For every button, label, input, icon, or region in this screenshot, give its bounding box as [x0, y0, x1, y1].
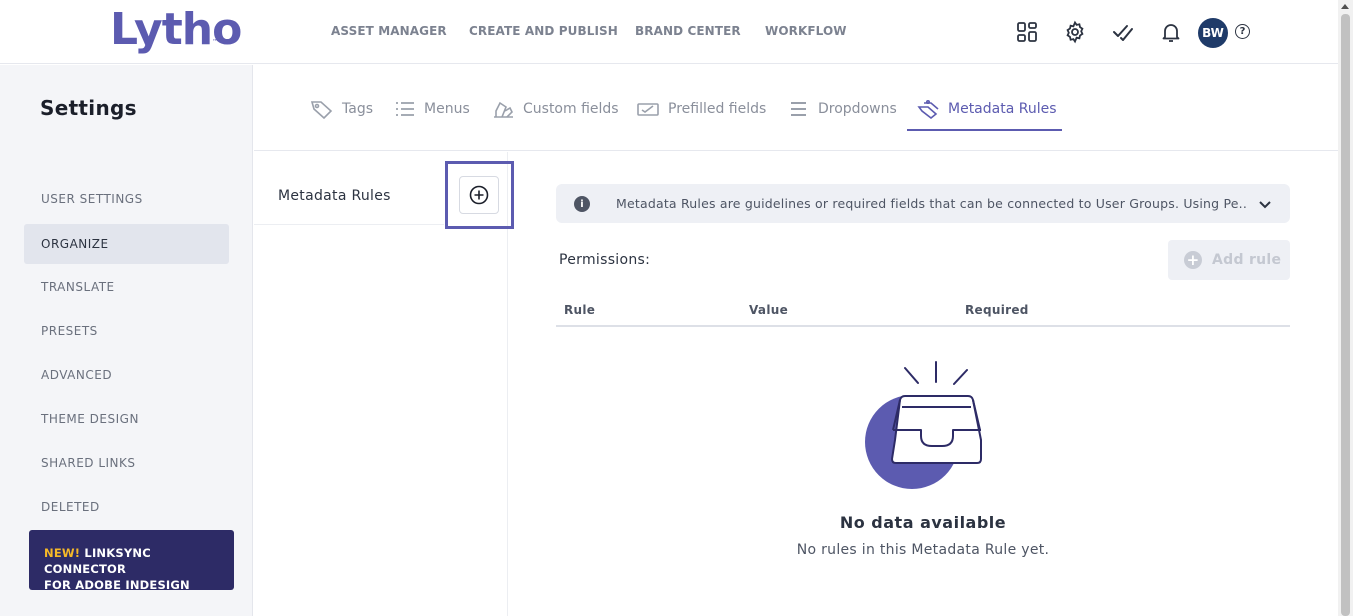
- logo-trademark: ™: [212, 38, 219, 46]
- add-rule-plus-icon: +: [1184, 251, 1202, 269]
- nav-create-and-publish[interactable]: CREATE AND PUBLISH: [469, 24, 618, 38]
- custom-fields-icon: [494, 101, 513, 118]
- sidebar-item-presets[interactable]: PRESETS: [24, 311, 229, 351]
- info-icon: i: [574, 196, 590, 212]
- empty-state-title: No data available: [839, 513, 1007, 532]
- gear-icon[interactable]: [1063, 20, 1087, 44]
- info-banner[interactable]: i Metadata Rules are guidelines or requi…: [556, 184, 1290, 223]
- info-banner-text: Metadata Rules are guidelines or require…: [616, 196, 1246, 211]
- tab-dropdowns-label: Dropdowns: [818, 101, 897, 117]
- sidebar-item-translate[interactable]: TRANSLATE: [24, 267, 229, 307]
- column-header-value[interactable]: Value: [749, 303, 788, 317]
- metadata-rules-icon: [917, 99, 939, 119]
- sidebar-item-advanced[interactable]: ADVANCED: [24, 355, 229, 395]
- linksync-promo-banner[interactable]: NEW! LINKSYNC CONNECTOR FOR ADOBE INDESI…: [29, 530, 234, 592]
- lytho-logo[interactable]: Lytho: [110, 4, 242, 55]
- page-scrollbar-thumb[interactable]: [1341, 14, 1350, 616]
- tab-prefilled-fields[interactable]: Prefilled fields: [636, 99, 766, 119]
- tab-custom-fields[interactable]: Custom fields: [492, 99, 619, 119]
- tab-tags[interactable]: Tags: [310, 99, 373, 119]
- list-divider: [254, 224, 444, 225]
- top-bar: Lytho ™ ASSET MANAGER CREATE AND PUBLISH…: [0, 0, 1338, 64]
- prefilled-fields-icon: [637, 103, 659, 116]
- tab-metadata-rules-label: Metadata Rules: [948, 101, 1057, 117]
- list-icon: [396, 102, 414, 116]
- settings-sidebar: Settings USER SETTINGS ORGANIZE TRANSLAT…: [0, 65, 253, 616]
- bell-icon[interactable]: [1159, 20, 1183, 44]
- sidebar-item-organize[interactable]: ORGANIZE: [24, 224, 229, 264]
- tab-tags-label: Tags: [342, 101, 373, 117]
- tab-custom-fields-label: Custom fields: [523, 101, 619, 117]
- column-header-rule[interactable]: Rule: [564, 303, 595, 317]
- tab-menus[interactable]: Menus: [394, 99, 470, 119]
- nav-brand-center[interactable]: BRAND CENTER: [635, 24, 741, 38]
- tab-dropdowns[interactable]: Dropdowns: [788, 99, 897, 119]
- organize-tabs: Tags Menus Custom fields Prefilled field…: [254, 65, 1338, 151]
- plus-circle-icon: [469, 185, 489, 205]
- sidebar-item-deleted[interactable]: DELETED: [24, 487, 229, 527]
- user-avatar[interactable]: BW: [1198, 18, 1228, 48]
- tab-prefilled-fields-label: Prefilled fields: [668, 101, 767, 117]
- column-header-required[interactable]: Required: [965, 303, 1029, 317]
- active-tab-indicator: [907, 129, 1062, 131]
- promo-line-2: FOR ADOBE INDESIGN: [44, 578, 190, 592]
- tab-metadata-rules[interactable]: Metadata Rules: [916, 99, 1057, 119]
- dropdown-lines-icon: [791, 102, 806, 116]
- tasks-check-icon[interactable]: [1111, 20, 1135, 44]
- empty-state-subtitle: No rules in this Metadata Rule yet.: [796, 542, 1050, 558]
- permissions-label: Permissions:: [559, 252, 651, 268]
- chevron-down-icon[interactable]: [1258, 197, 1272, 211]
- help-icon[interactable]: ?: [1235, 24, 1250, 39]
- sidebar-item-shared-links[interactable]: SHARED LINKS: [24, 443, 229, 483]
- nav-asset-manager[interactable]: ASSET MANAGER: [331, 24, 447, 38]
- metadata-rules-list-title: Metadata Rules: [278, 188, 391, 204]
- nav-workflow[interactable]: WORKFLOW: [765, 24, 847, 38]
- scroll-up-arrow-icon[interactable]: [1341, 4, 1349, 9]
- add-metadata-rule-button[interactable]: [459, 176, 499, 214]
- sidebar-item-theme-design[interactable]: THEME DESIGN: [24, 399, 229, 439]
- tab-menus-label: Menus: [424, 101, 470, 117]
- empty-inbox-illustration-icon: [865, 361, 982, 489]
- add-rule-label: Add rule: [1212, 252, 1282, 268]
- metadata-rules-list-panel: Metadata Rules: [254, 152, 514, 616]
- tag-icon: [310, 101, 333, 119]
- sidebar-title: Settings: [40, 96, 137, 120]
- add-rule-button[interactable]: + Add rule: [1168, 240, 1290, 280]
- apps-grid-icon[interactable]: [1015, 20, 1039, 44]
- promo-new-label: NEW!: [44, 546, 81, 560]
- sidebar-item-user-settings[interactable]: USER SETTINGS: [24, 179, 229, 219]
- table-header-divider: [556, 325, 1290, 327]
